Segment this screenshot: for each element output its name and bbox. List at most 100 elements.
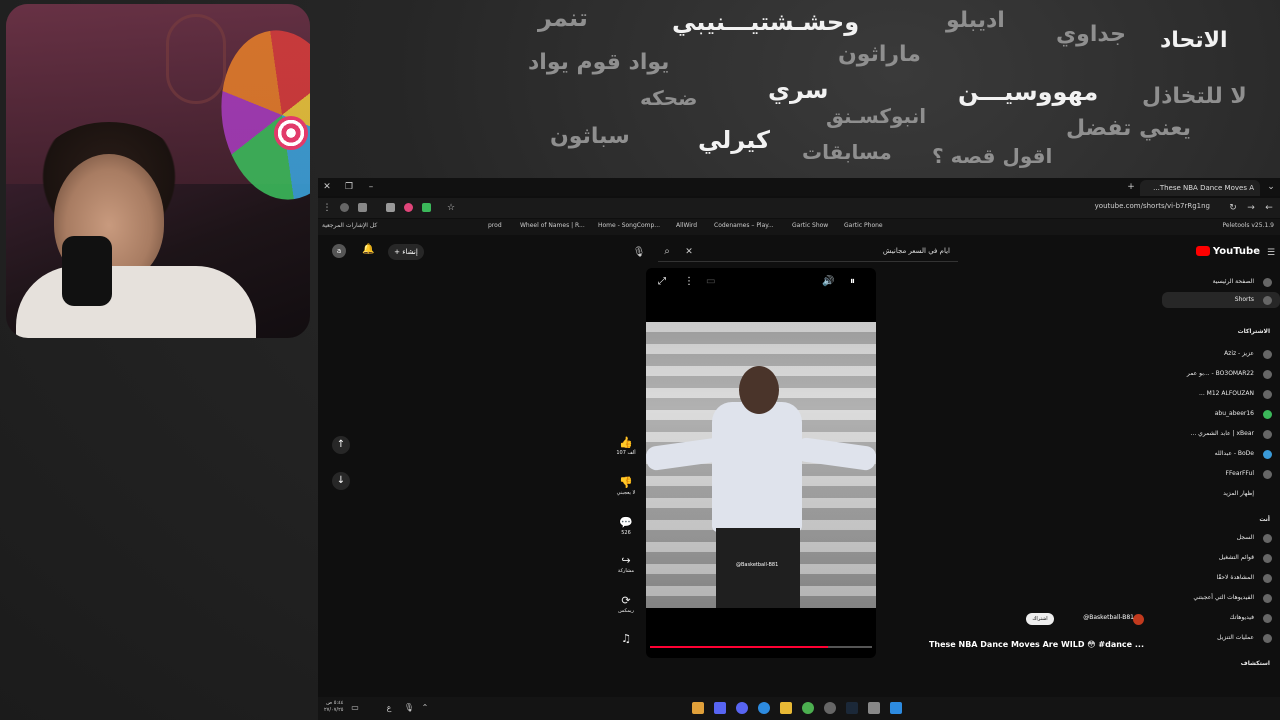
microphone-icon[interactable]: 🎙 <box>402 701 416 715</box>
pause-icon[interactable]: ⏸ <box>850 276 855 287</box>
app-taskbar-icon[interactable] <box>692 702 704 714</box>
bookmark-item[interactable]: Gartic Show <box>792 222 828 229</box>
search-input[interactable]: ايام في السعر مجانيش <box>883 247 950 255</box>
search-icon[interactable]: ⌕ <box>660 245 674 259</box>
sidebar-subscription[interactable]: M12 ALFOUZAN ... <box>1162 386 1280 402</box>
sidebar-show-more[interactable]: إظهار المزيد <box>1162 486 1280 502</box>
close-window-icon[interactable]: ✕ <box>320 180 334 194</box>
new-tab-icon[interactable]: + <box>1124 180 1138 194</box>
app-taskbar-icon[interactable] <box>714 702 726 714</box>
you-header[interactable]: أنت <box>1162 516 1280 523</box>
subscribe-button[interactable]: اشتراك <box>1026 613 1054 625</box>
bookmark-all[interactable]: كل الإشارات المرجعية <box>322 222 377 229</box>
taskbar-time: ٥:٤٤ ص <box>326 700 344 706</box>
extension-icon[interactable] <box>386 203 395 212</box>
sidebar-item-shorts[interactable]: Shorts <box>1162 292 1280 308</box>
file-explorer-icon[interactable] <box>780 702 792 714</box>
notifications-icon[interactable]: ▭ <box>348 701 362 715</box>
subscriptions-header[interactable]: الاشتراكات <box>1162 328 1280 335</box>
previous-short-arrow-icon[interactable]: ↑ <box>332 436 350 454</box>
dislike-button[interactable]: 👎 لا يعجبني <box>614 476 638 496</box>
remix-icon: ⟳ <box>621 594 631 607</box>
tab-search-icon[interactable]: ⌄ <box>1264 180 1278 194</box>
bookmark-item[interactable]: Home - SongComp... <box>598 222 660 229</box>
settings-icon[interactable] <box>868 702 880 714</box>
bookmark-item[interactable]: Wheel of Names | R... <box>520 222 585 229</box>
short-title[interactable]: These NBA Dance Moves Are WILD 😳 #dance … <box>929 640 1144 649</box>
youtube-play-icon <box>1195 246 1210 256</box>
more-options-icon[interactable]: ⋮ <box>684 276 694 287</box>
bookmark-item[interactable]: prod <box>488 222 502 229</box>
tray-chevron-icon[interactable]: ⌃ <box>418 701 432 715</box>
extension-icon[interactable] <box>422 203 431 212</box>
chalk-word: الاتحاد <box>1160 28 1228 53</box>
tab-active[interactable]: These NBA Dance Moves A... <box>1140 180 1260 196</box>
sidebar-item-playlists[interactable]: قوائم التشغيل <box>1162 550 1280 566</box>
clear-search-icon[interactable]: ✕ <box>682 245 696 259</box>
sidebar-item-downloads[interactable]: عمليات التنزيل <box>1162 630 1280 646</box>
extension-icon[interactable] <box>358 203 367 212</box>
account-avatar[interactable]: a <box>332 244 346 258</box>
search-box[interactable]: ⌕ ✕ ايام في السعر مجانيش <box>658 244 958 262</box>
bookmark-item[interactable]: AllWird <box>676 222 697 229</box>
minimize-window-icon[interactable]: – <box>364 180 378 194</box>
chalk-word: اديبلو <box>946 8 1005 33</box>
sidebar-subscription[interactable]: BO3OMAR22 - ...بو عمر <box>1162 366 1280 382</box>
video-progress-bar[interactable] <box>650 646 872 648</box>
volume-icon[interactable]: 🔊 <box>822 276 834 287</box>
share-button[interactable]: ↪ مشاركة <box>614 554 638 574</box>
captions-icon[interactable]: ▭ <box>706 276 715 287</box>
youtube-page: a 🔔 + إنشاء 🎙 ⌕ ✕ ايام في السعر مجانيش Y… <box>318 236 1280 720</box>
sidebar-subscription[interactable]: FFearFFul <box>1162 466 1280 482</box>
channel-avatar[interactable] <box>1133 614 1144 625</box>
windows-start-icon[interactable] <box>890 702 902 714</box>
shorts-player[interactable]: ⤢ ⋮ ▭ 🔊 ⏸ @Basketball-B81 <box>646 268 876 658</box>
sidebar-item-your-videos[interactable]: فيديوهاتك <box>1162 610 1280 626</box>
forward-icon[interactable]: → <box>1244 201 1258 215</box>
sound-thumbnail[interactable]: ♫ <box>614 632 638 646</box>
menu-dots-icon[interactable]: ⋮ <box>320 201 334 215</box>
taskbar-clock[interactable]: ٥:٤٤ ص ٢٧/٠٧/٢٥ <box>324 700 343 714</box>
comments-button[interactable]: 💬 526 <box>614 516 638 536</box>
reload-icon[interactable]: ↻ <box>1226 201 1240 215</box>
discord-icon[interactable] <box>736 702 748 714</box>
profile-icon[interactable] <box>340 203 349 212</box>
sidebar-subscription[interactable]: عزيز - Aziz <box>1162 346 1280 362</box>
back-icon[interactable]: ← <box>1262 201 1276 215</box>
next-short-arrow-icon[interactable]: ↓ <box>332 472 350 490</box>
edge-icon[interactable] <box>758 702 770 714</box>
extension-icon[interactable] <box>404 203 413 212</box>
sidebar-subscription[interactable]: xBear | عابد الشمري ... <box>1162 426 1280 442</box>
streamer-shirt <box>16 266 256 338</box>
youtube-logo[interactable]: YouTube <box>1195 246 1260 257</box>
video-frame[interactable]: @Basketball-B81 <box>646 322 876 608</box>
sidebar-item-watch-later[interactable]: المشاهدة لاحقًا <box>1162 570 1280 586</box>
url-text[interactable]: youtube.com/shorts/vi-b7rRg1ng <box>1095 202 1210 210</box>
sidebar-subscription[interactable]: BoDe - عبدالله <box>1162 446 1280 462</box>
notifications-bell-icon[interactable]: 🔔 <box>362 244 374 255</box>
create-button[interactable]: + إنشاء <box>388 244 424 260</box>
microphone <box>62 236 112 306</box>
sidebar-subscription[interactable]: abu_abeer16 <box>1162 406 1280 422</box>
fullscreen-icon[interactable]: ⤢ <box>658 276 666 287</box>
language-icon[interactable]: ع <box>382 701 396 715</box>
video-watermark: @Basketball-B81 <box>736 562 779 568</box>
obs-icon[interactable] <box>824 702 836 714</box>
hamburger-menu-icon[interactable]: ☰ <box>1264 246 1278 260</box>
extension-label[interactable]: Peletools v25.1.9 <box>1223 222 1274 229</box>
chalk-word: ماراثون <box>838 42 921 67</box>
sidebar-item-history[interactable]: السجل <box>1162 530 1280 546</box>
bookmark-item[interactable]: Gartic Phone <box>844 222 883 229</box>
voice-search-mic-icon[interactable]: 🎙 <box>632 246 646 260</box>
sidebar-item-liked[interactable]: الفيديوهات التي أعجبتني <box>1162 590 1280 606</box>
like-button[interactable]: 👍 107 ألف <box>614 436 638 456</box>
remix-button[interactable]: ⟳ ريمكس <box>614 594 638 614</box>
bookmark-star-icon[interactable]: ☆ <box>444 201 458 215</box>
sidebar-item-label: BoDe - عبدالله <box>1214 450 1254 457</box>
sidebar-item-home[interactable]: الصفحة الرئيسية <box>1162 274 1280 290</box>
restore-window-icon[interactable]: ❐ <box>342 180 356 194</box>
bookmark-item[interactable]: Codenames – Play... <box>714 222 774 229</box>
chrome-icon[interactable] <box>802 702 814 714</box>
steam-icon[interactable] <box>846 702 858 714</box>
channel-name[interactable]: @Basketball-B81 <box>1083 614 1134 621</box>
